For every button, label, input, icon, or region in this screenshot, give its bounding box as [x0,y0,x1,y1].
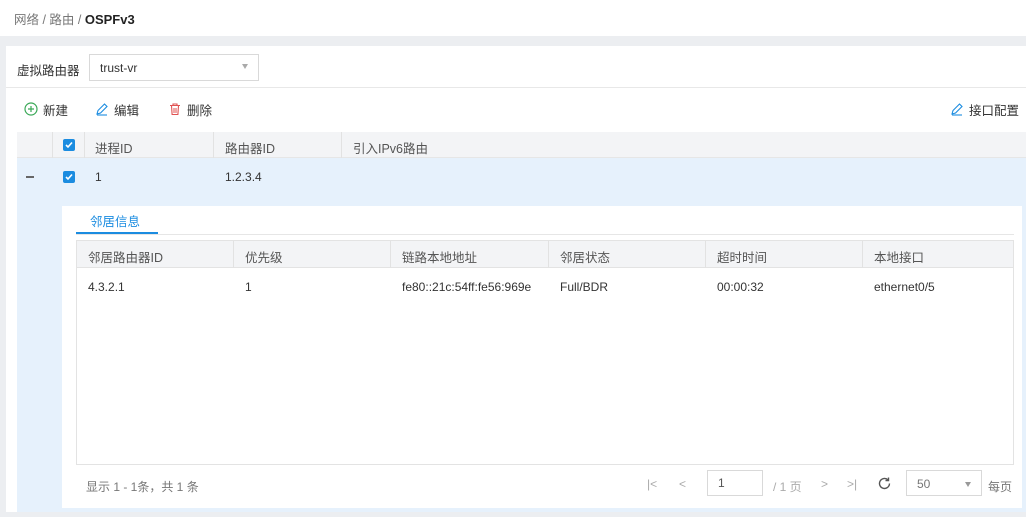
header-local-interface[interactable]: 本地接口 [874,247,924,266]
main-panel: 虚拟路由器 trust-vr 新建 编辑 删除 接口配置 进程ID 路由器ID … [6,46,1026,512]
header-neighbor-router-id[interactable]: 邻居路由器ID [88,247,163,266]
toolbar: 新建 编辑 删除 接口配置 [6,96,1026,122]
header-process-id[interactable]: 进程ID [95,138,133,157]
cell-process-id: 1 [95,170,102,184]
column-separator [84,132,85,158]
select-all-checkbox[interactable] [63,139,75,151]
tab-neighbor-info[interactable]: 邻居信息 [90,211,140,230]
page-size-value: 50 [917,477,931,491]
virtual-router-label: 虚拟路由器 [17,64,80,78]
column-separator [52,132,53,158]
edit-label: 编辑 [114,103,140,118]
delete-button[interactable]: 删除 [168,100,212,118]
neighbor-table: 邻居路由器ID 优先级 链路本地地址 邻居状态 超时时间 本地接口 4.3.2.… [76,240,1014,465]
header-import-ipv6[interactable]: 引入IPv6路由 [353,138,428,157]
breadcrumb: 网络 / 路由 / OSPFv3 [0,0,1026,36]
plus-circle-icon [24,102,38,116]
new-label: 新建 [43,103,69,118]
column-separator [213,132,214,158]
page-number-input[interactable] [707,470,763,496]
breadcrumb-path: 网络 / 路由 / [14,13,85,27]
last-page-button[interactable]: >| [847,477,857,491]
page-size-select[interactable]: 50 [906,470,982,496]
chevron-down-icon [965,482,971,487]
pagination-summary: 显示 1 - 1条，共 1 条 [86,480,199,494]
virtual-router-select[interactable]: trust-vr [89,54,259,81]
column-separator [341,132,342,158]
prev-page-button[interactable]: < [679,477,686,491]
cell-link-local-address: fe80::21c:54ff:fe56:969e [402,280,532,294]
virtual-router-row: 虚拟路由器 trust-vr [6,46,1026,88]
table-header: 进程ID 路由器ID 引入IPv6路由 [17,132,1026,158]
per-page-label: 每页 [988,480,1013,494]
pencil-icon [951,103,963,116]
pagination: 显示 1 - 1条，共 1 条 |< < / 1 页 > >| 50 每页 [76,465,1014,503]
interface-config-button[interactable]: 接口配置 [950,100,1019,118]
refresh-icon[interactable] [877,476,892,491]
chevron-down-icon [242,64,248,69]
cell-neighbor-router-id: 4.3.2.1 [88,280,125,294]
column-separator [233,241,234,268]
pencil-icon [96,103,108,116]
column-separator [548,241,549,268]
column-separator [705,241,706,268]
cell-local-interface: ethernet0/5 [874,280,935,294]
column-separator [390,241,391,268]
neighbor-table-header: 邻居路由器ID 优先级 链路本地地址 邻居状态 超时时间 本地接口 [77,241,1013,268]
total-pages: / 1 页 [773,480,802,494]
collapse-icon[interactable] [26,176,34,178]
new-button[interactable]: 新建 [24,100,68,118]
cell-priority: 1 [245,280,252,294]
column-separator [862,241,863,268]
header-link-local-address[interactable]: 链路本地地址 [402,247,477,266]
header-priority[interactable]: 优先级 [245,247,283,266]
first-page-button[interactable]: |< [647,477,657,491]
cell-neighbor-state: Full/BDR [560,280,609,294]
next-page-button[interactable]: > [821,477,828,491]
edit-button[interactable]: 编辑 [95,100,139,118]
trash-icon [170,103,180,116]
row-checkbox[interactable] [63,171,75,183]
tab-divider [76,234,1014,235]
page-title: OSPFv3 [84,12,135,27]
check-icon [65,173,73,181]
header-router-id[interactable]: 路由器ID [225,138,275,157]
header-timeout[interactable]: 超时时间 [717,247,767,266]
header-neighbor-state[interactable]: 邻居状态 [560,247,610,266]
interface-config-label: 接口配置 [969,103,1020,118]
cell-timeout: 00:00:32 [717,280,764,294]
cell-router-id: 1.2.3.4 [225,170,262,184]
neighbor-detail-panel: 邻居信息 邻居路由器ID 优先级 链路本地地址 邻居状态 超时时间 本地接口 4… [62,206,1022,508]
virtual-router-value: trust-vr [100,61,138,75]
delete-label: 删除 [187,103,213,118]
active-tab-indicator [76,232,158,234]
check-icon [65,141,73,149]
